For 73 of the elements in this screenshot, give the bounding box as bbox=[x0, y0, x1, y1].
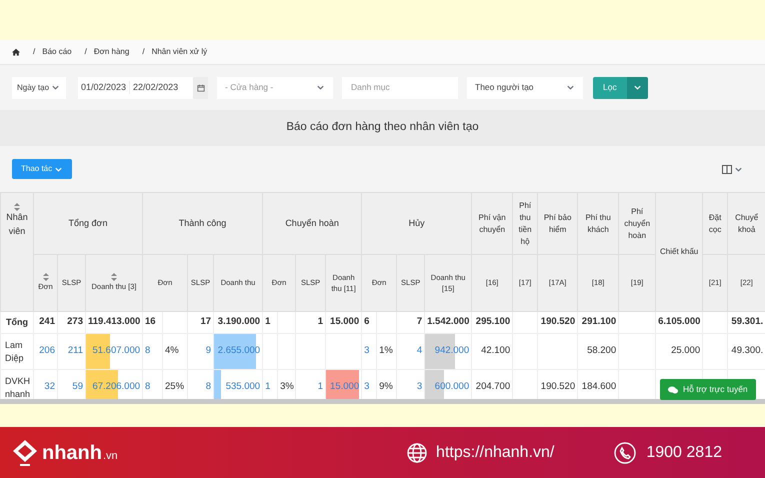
chevron-down-icon bbox=[316, 83, 325, 92]
table-cell: 15.000 bbox=[326, 312, 362, 334]
column-header: Chuyển hoàn bbox=[262, 192, 362, 254]
website-link[interactable]: https://nhanh.vn/ bbox=[436, 440, 554, 464]
column-header: Thành công bbox=[142, 192, 263, 254]
column-header: Phí chuyển hoàn bbox=[618, 192, 656, 254]
breadcrumb-separator: / bbox=[33, 46, 36, 58]
table-cell: 17 bbox=[188, 312, 214, 334]
filter-menu-button[interactable] bbox=[626, 76, 648, 98]
sort-icon[interactable] bbox=[42, 273, 48, 282]
table-cell: 6.105.000 bbox=[656, 312, 703, 334]
table-cell: 206 bbox=[34, 334, 58, 370]
calendar-button[interactable] bbox=[193, 76, 208, 98]
chat-icon bbox=[668, 386, 678, 394]
column-header: Hủy bbox=[362, 192, 472, 254]
table-cell: 6 bbox=[362, 312, 377, 334]
table-cell: 241 bbox=[34, 312, 58, 334]
column-header: Phí thu khách bbox=[578, 192, 619, 254]
calendar-icon bbox=[196, 84, 204, 92]
home-icon[interactable] bbox=[12, 48, 20, 56]
columns-toggle[interactable] bbox=[722, 164, 743, 174]
sort-icon[interactable] bbox=[14, 203, 20, 211]
table-cell: 3 bbox=[362, 334, 377, 370]
table-cell: 291.100 bbox=[578, 312, 619, 334]
chevron-down-icon bbox=[566, 83, 575, 92]
breadcrumb-separator: / bbox=[84, 46, 87, 58]
table-cell: 7 bbox=[396, 312, 425, 334]
table-cell: 1 bbox=[262, 312, 278, 334]
column-header[interactable]: Nhân viên bbox=[0, 192, 34, 312]
date-to-value: 22/02/2023 bbox=[129, 80, 182, 94]
table-cell: 42.100 bbox=[472, 334, 513, 370]
column-header: Chiết khấu bbox=[656, 192, 703, 312]
column-header: Chuyể khoả bbox=[728, 192, 765, 254]
column-header: Phí bảo hiểm bbox=[538, 192, 578, 254]
column-header: Tổng đơn bbox=[34, 192, 143, 254]
chevron-down-icon bbox=[632, 83, 642, 92]
date-from-value: 01/02/2023 bbox=[80, 80, 128, 94]
table-cell: 8 bbox=[142, 334, 163, 370]
column-header: Đặt cọc bbox=[702, 192, 728, 254]
employee-name: Tổng bbox=[0, 312, 34, 334]
table-cell: 16 bbox=[142, 312, 163, 334]
category-placeholder: Danh mục bbox=[351, 81, 390, 94]
employee-name: Lam Diệp bbox=[0, 334, 34, 370]
table-cell: 15.000 bbox=[326, 370, 362, 399]
column-header: Phí thu tiền hộ bbox=[512, 192, 538, 254]
globe-icon bbox=[407, 442, 428, 462]
breadcrumb-link[interactable]: Nhân viên xử lý bbox=[152, 46, 208, 58]
mode-select[interactable]: Theo người tạo bbox=[467, 76, 583, 98]
logo-icon bbox=[11, 438, 39, 468]
date-range-field[interactable]: 01/02/2023 22/02/2023 bbox=[78, 76, 193, 98]
phone-number: 1900 2812 bbox=[646, 442, 722, 462]
phone-icon bbox=[614, 442, 636, 464]
brand-name: nhanh bbox=[42, 440, 102, 466]
table-cell: 1 bbox=[296, 312, 326, 334]
store-placeholder: - Cửa hàng - bbox=[225, 81, 274, 94]
table-cell: 273 bbox=[58, 312, 86, 334]
brand-suffix: .vn bbox=[103, 448, 118, 464]
table-cell: 1% bbox=[376, 334, 397, 370]
breadcrumb-link[interactable]: Báo cáo bbox=[42, 46, 72, 58]
breadcrumb-link[interactable]: Đơn hàng bbox=[94, 46, 130, 58]
column-header: Phí vận chuyển bbox=[472, 192, 513, 254]
columns-icon bbox=[722, 164, 732, 174]
breadcrumb-separator: / bbox=[142, 46, 145, 58]
sort-icon[interactable] bbox=[111, 273, 117, 282]
table-cell: 190.520 bbox=[538, 312, 578, 334]
chevron-down-icon bbox=[51, 83, 60, 92]
table-cell: 295.100 bbox=[472, 312, 513, 334]
report-title: Báo cáo đơn hàng theo nhân viên tạo bbox=[0, 110, 765, 146]
date-type-dropdown[interactable]: Ngày tạo bbox=[12, 76, 66, 98]
table-cell: 942.000 bbox=[424, 334, 472, 370]
table-cell: 58.200 bbox=[578, 334, 619, 370]
table-cell: 4% bbox=[162, 334, 188, 370]
table-cell: 25.000 bbox=[656, 334, 703, 370]
